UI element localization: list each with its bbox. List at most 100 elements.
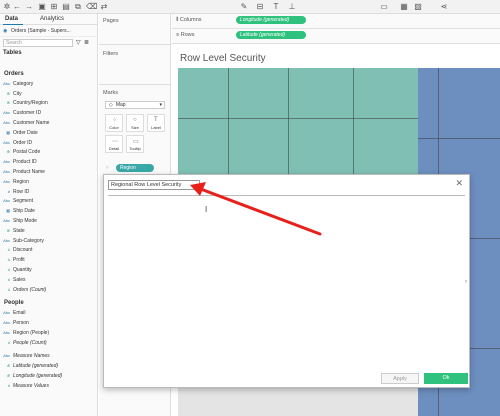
orders-group-title[interactable]: Orders <box>4 70 24 78</box>
field-label: Product ID <box>13 159 37 166</box>
new-sheet-icon[interactable]: ▤ <box>62 3 70 11</box>
field-type-icon: ⊕ <box>6 149 10 155</box>
tooltip-button[interactable]: ▭ Tooltip <box>126 135 144 153</box>
field-type-icon: # <box>7 257 10 263</box>
field-item[interactable]: ⊕ State <box>0 227 25 235</box>
field-item[interactable]: # Discount <box>0 246 33 254</box>
size-label: Size <box>131 125 139 130</box>
search-input[interactable]: Search <box>3 39 73 47</box>
divider <box>99 44 171 45</box>
new-datasource-icon[interactable]: ⊞ <box>50 3 58 11</box>
field-type-icon: Abc <box>3 237 10 243</box>
group-icon[interactable]: ⊟ <box>256 3 264 11</box>
field-item[interactable]: Abc Order ID <box>0 139 32 147</box>
list-view-icon[interactable]: ≣ <box>84 39 89 46</box>
share-icon[interactable]: ⋖ <box>440 3 448 11</box>
label-button[interactable]: T Label <box>147 114 165 132</box>
state-border <box>418 138 500 139</box>
tooltip-icon[interactable]: ▨ <box>414 3 422 11</box>
filter-icon[interactable]: ▽ <box>76 39 81 46</box>
tooltip-icon: ▭ <box>133 139 139 145</box>
redo-icon[interactable]: → <box>25 3 33 11</box>
field-label: Region (People) <box>13 329 50 336</box>
mark-type-select[interactable]: ◇ Map ▾ <box>105 101 165 109</box>
field-item[interactable]: # Orders (Count) <box>0 286 47 294</box>
rows-pill[interactable]: Latitude (generated) <box>236 31 306 39</box>
field-type-icon: # <box>7 247 10 253</box>
state-border <box>178 118 418 119</box>
field-item[interactable]: Abc Region (People) <box>0 329 49 337</box>
label-label: Label <box>151 125 161 130</box>
apply-button[interactable]: Apply <box>381 373 419 384</box>
highlight-icon[interactable]: ✎ <box>240 3 248 11</box>
clear-icon[interactable]: ⌫ <box>86 3 97 11</box>
field-label: City <box>13 90 22 97</box>
field-item[interactable]: # People (Count) <box>0 339 47 347</box>
field-item[interactable]: Abc Segment <box>0 197 33 205</box>
field-item[interactable]: # Sales <box>0 276 26 284</box>
data-pane-tabs: Data Analytics <box>0 14 97 25</box>
field-type-icon: Abc <box>3 159 10 165</box>
field-type-icon: # <box>7 267 10 272</box>
swap-icon[interactable]: ⇄ <box>100 3 108 11</box>
data-pane: Data Analytics ◉ Orders (Sample - Supers… <box>0 14 98 416</box>
divider <box>99 84 171 85</box>
field-item[interactable]: Abc Ship Mode <box>0 217 37 225</box>
field-item[interactable]: Abc Customer Name <box>0 119 49 127</box>
field-item[interactable]: Abc Product Name <box>0 168 45 176</box>
region-pill[interactable]: Region <box>116 164 154 172</box>
fit-icon[interactable]: ▭ <box>380 3 388 11</box>
close-icon[interactable]: ✕ <box>455 178 463 189</box>
field-label: Order Date <box>13 129 38 136</box>
expand-panel-icon[interactable]: › <box>465 279 467 285</box>
filters-card-title: Filters <box>103 51 118 57</box>
field-label: Region <box>13 178 29 185</box>
field-item[interactable]: Abc Product ID <box>0 158 37 166</box>
columns-pill[interactable]: Longitude (generated) <box>236 16 306 24</box>
detail-button[interactable]: ⋯ Detail <box>105 135 123 153</box>
save-icon[interactable]: ▣ <box>38 3 46 11</box>
field-item[interactable]: # Measure Values <box>0 382 49 390</box>
size-icon: ○ <box>133 117 137 123</box>
people-group-title[interactable]: People <box>4 299 24 307</box>
datasource-name[interactable]: Orders (Sample - Supers... <box>11 28 71 34</box>
field-item[interactable]: ⊕ Postal Code <box>0 148 41 156</box>
show-cards-icon[interactable]: ▦ <box>400 3 408 11</box>
tab-data[interactable]: Data <box>5 16 18 22</box>
field-item[interactable]: ⊕ Longitude (generated) <box>0 372 63 380</box>
state-border <box>288 68 289 178</box>
field-item[interactable]: # Profit <box>0 256 25 264</box>
marks-card-title: Marks <box>103 90 118 96</box>
field-item[interactable]: Abc Category <box>0 80 33 88</box>
field-item[interactable]: ▦ Order Date <box>0 129 38 137</box>
field-label: Category <box>13 80 34 87</box>
field-item[interactable]: ▦ Ship Date <box>0 207 35 215</box>
field-item[interactable]: # Quantity <box>0 266 32 274</box>
duplicate-icon[interactable]: ⧉ <box>74 3 82 11</box>
field-item[interactable]: Abc Customer ID <box>0 109 41 117</box>
field-item[interactable]: Abc Email <box>0 309 25 317</box>
tab-analytics[interactable]: Analytics <box>40 16 64 22</box>
field-label: Customer Name <box>13 120 50 126</box>
color-button[interactable]: ⁘ Color <box>105 114 123 132</box>
field-item[interactable]: ⊕ City <box>0 90 22 98</box>
size-button[interactable]: ○ Size <box>126 114 144 132</box>
field-item[interactable]: Abc Measure Names <box>0 352 50 360</box>
field-item[interactable]: Abc Sub-Category <box>0 237 44 245</box>
tableau-logo-icon[interactable]: ✲ <box>3 3 11 11</box>
label-icon[interactable]: T <box>272 3 280 11</box>
field-item[interactable]: # Row ID <box>0 188 30 196</box>
fix-axes-icon[interactable]: ⊥ <box>288 3 296 11</box>
field-type-icon: ▦ <box>6 208 10 214</box>
undo-icon[interactable]: ← <box>13 3 21 11</box>
field-item[interactable]: ⊕ Country/Region <box>0 99 48 107</box>
divider <box>172 28 500 29</box>
field-item[interactable]: Abc Person <box>0 319 29 327</box>
ok-button[interactable]: Ok <box>424 373 468 384</box>
field-label: Row ID <box>13 188 30 195</box>
field-item[interactable]: ⊕ Latitude (generated) <box>0 362 58 370</box>
field-item[interactable]: Abc Region <box>0 178 29 186</box>
datasource-row[interactable]: ◉ Orders (Sample - Supers... <box>0 25 97 37</box>
region-west[interactable] <box>178 68 418 178</box>
field-label: Quantity <box>13 267 32 273</box>
